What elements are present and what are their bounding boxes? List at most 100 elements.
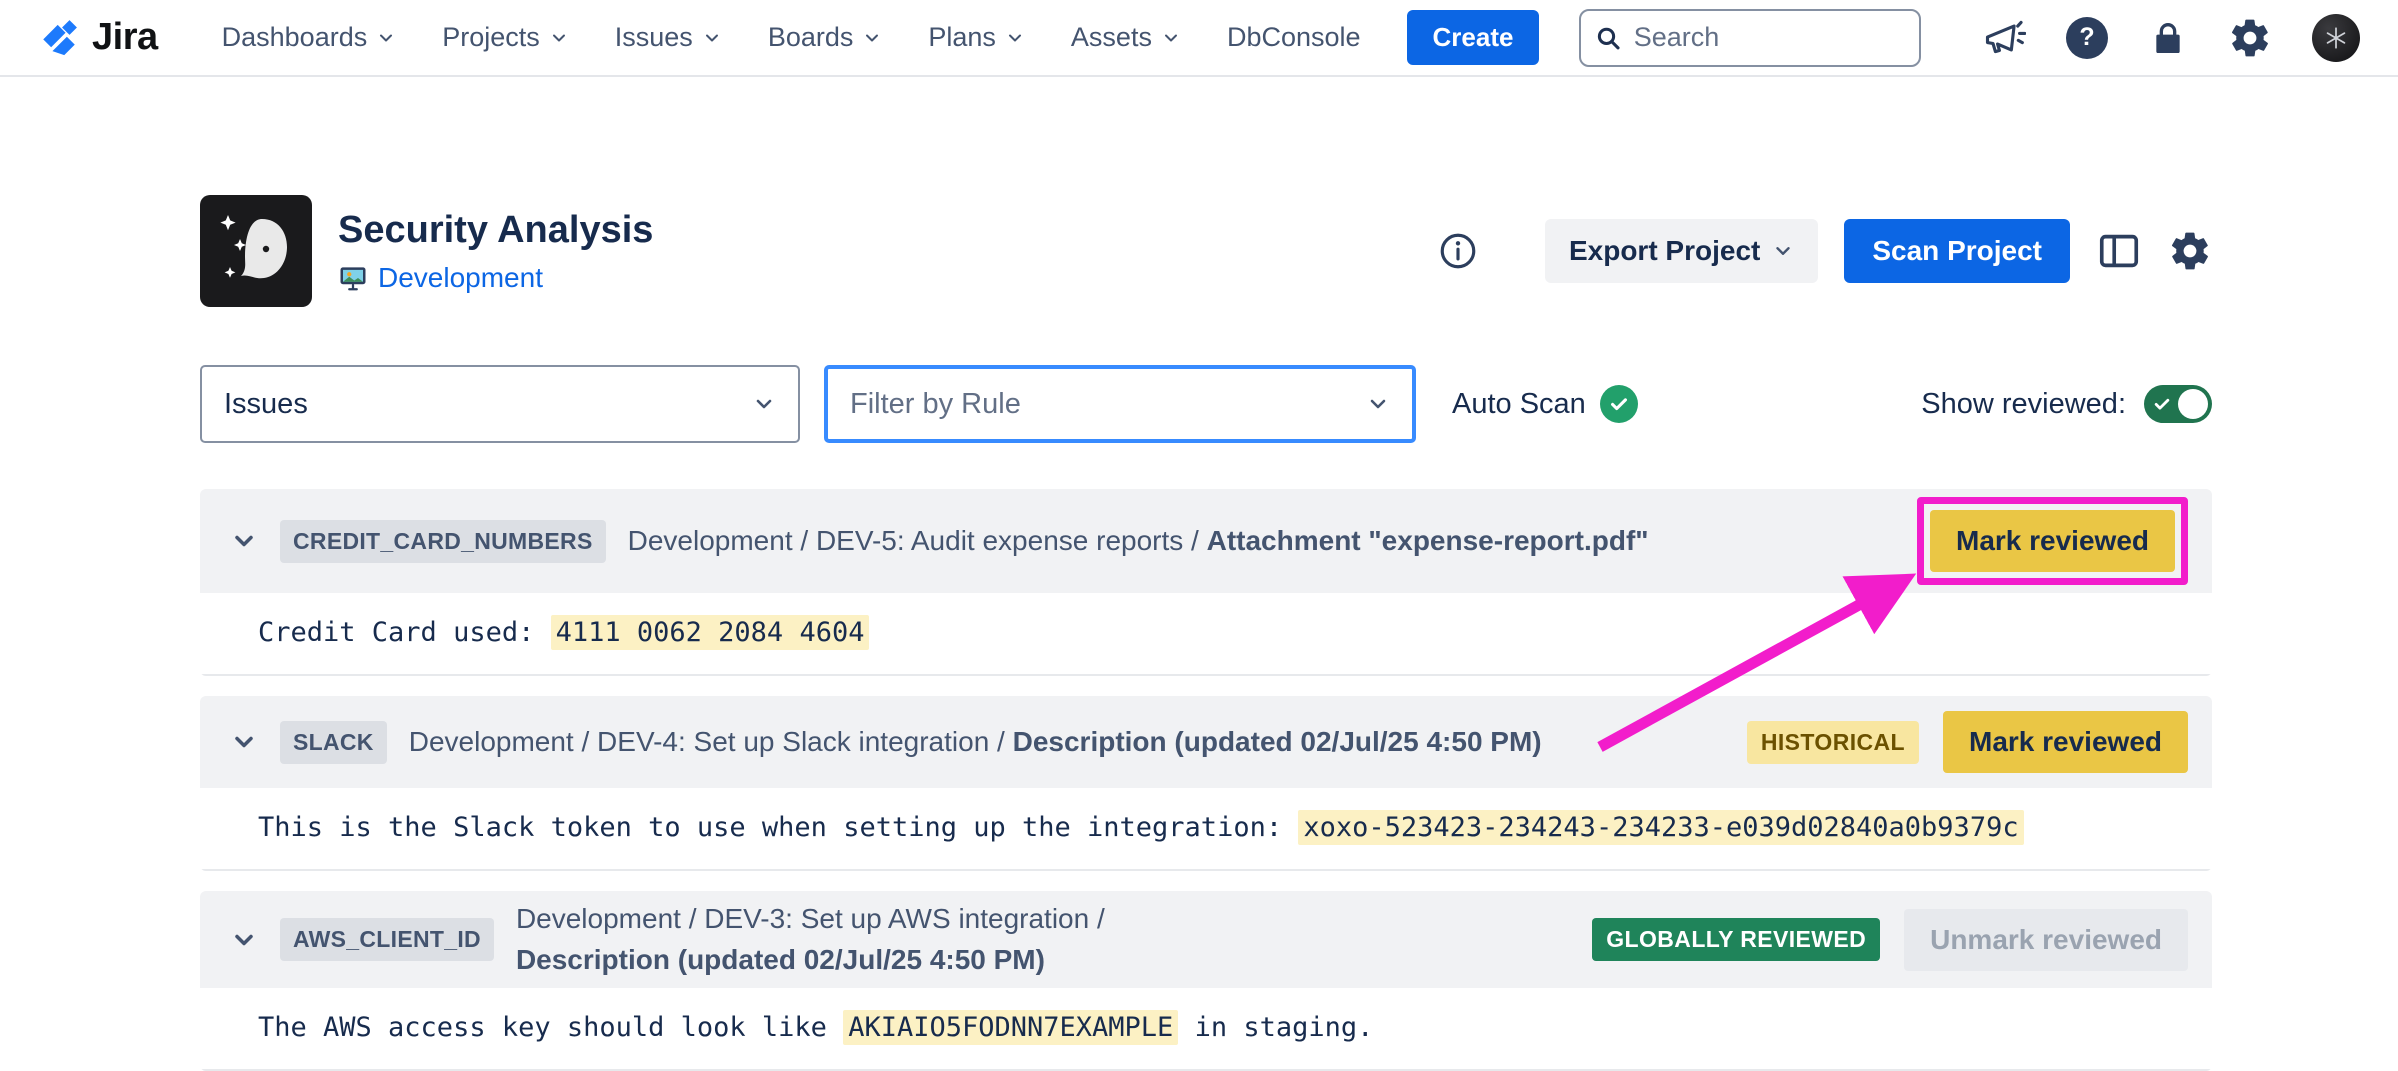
scan-project-button[interactable]: Scan Project	[1844, 219, 2070, 283]
toggle-check-icon	[2152, 394, 2172, 414]
rule-badge: SLACK	[280, 721, 387, 764]
collapse-chevron-icon[interactable]	[230, 728, 258, 756]
header-actions: Export Project Scan Project	[1437, 219, 2212, 283]
main-nav: Dashboards Projects Issues Boards Plans …	[222, 22, 1361, 53]
show-reviewed-toggle[interactable]	[2144, 385, 2212, 423]
issues-select[interactable]: Issues	[200, 365, 800, 443]
collapse-chevron-icon[interactable]	[230, 926, 258, 954]
finding-actions: GLOBALLY REVIEWED Unmark reviewed	[1592, 909, 2188, 971]
finding-text: in staging.	[1178, 1012, 1373, 1043]
nav-item-label: Boards	[768, 22, 854, 53]
board-layout-icon[interactable]	[2096, 228, 2142, 274]
nav-item-boards[interactable]: Boards	[768, 22, 883, 53]
toggle-knob	[2178, 389, 2208, 419]
main-content: Security Analysis Development	[0, 195, 2398, 1071]
finding-breadcrumb: Development / DEV-3: Set up AWS integrat…	[516, 899, 1256, 980]
chevron-down-icon	[752, 392, 776, 416]
finding-breadcrumb: Development / DEV-4: Set up Slack integr…	[409, 722, 1542, 763]
finding-content: This is the Slack token to use when sett…	[200, 788, 2212, 871]
chevron-down-icon	[1161, 28, 1181, 48]
chevron-down-icon	[1005, 28, 1025, 48]
mark-reviewed-button[interactable]: Mark reviewed	[1943, 711, 2188, 773]
announcement-megaphone-icon[interactable]	[1982, 16, 2026, 60]
info-icon[interactable]	[1437, 230, 1479, 272]
title-block: Security Analysis Development	[338, 209, 653, 294]
chevron-down-icon	[702, 28, 722, 48]
auto-scan-label: Auto Scan	[1452, 388, 1586, 421]
user-avatar[interactable]	[2312, 14, 2360, 62]
nav-item-label: Plans	[928, 22, 996, 53]
nav-item-issues[interactable]: Issues	[615, 22, 722, 53]
finding-content: The AWS access key should look like AKIA…	[200, 988, 2212, 1071]
breadcrumb-location: Attachment "expense-report.pdf"	[1207, 525, 1649, 556]
chevron-down-icon	[1772, 240, 1794, 262]
search-input[interactable]	[1634, 22, 1906, 53]
secret-highlight: 4111 0062 2084 4604	[551, 615, 870, 650]
export-project-button[interactable]: Export Project	[1545, 219, 1818, 283]
show-reviewed-control: Show reviewed:	[1921, 385, 2212, 423]
breadcrumb-path: Development / DEV-5: Audit expense repor…	[628, 525, 1207, 556]
project-header: Security Analysis Development	[200, 195, 2212, 307]
breadcrumb-location: Description (updated 02/Jul/25 4:50 PM)	[516, 944, 1045, 975]
chevron-down-icon	[1366, 392, 1390, 416]
nav-item-label: Assets	[1071, 22, 1152, 53]
page-title: Security Analysis	[338, 209, 653, 252]
jira-logo-icon	[38, 17, 80, 59]
export-project-label: Export Project	[1569, 235, 1760, 267]
finding-text: The AWS access key should look like	[258, 1012, 843, 1043]
avatar-snowflake-mark	[2323, 25, 2349, 51]
finding-text: This is the Slack token to use when sett…	[258, 812, 1298, 843]
nav-item-plans[interactable]: Plans	[928, 22, 1025, 53]
lock-icon[interactable]	[2148, 18, 2188, 58]
finding-card-aws: AWS_CLIENT_ID Development / DEV-3: Set u…	[200, 891, 2212, 1071]
issues-select-value: Issues	[224, 388, 308, 421]
finding-card-slack: SLACK Development / DEV-4: Set up Slack …	[200, 696, 2212, 871]
settings-gear-icon[interactable]	[2228, 16, 2272, 60]
chevron-down-icon	[862, 28, 882, 48]
filter-row: Issues Filter by Rule Auto Scan Show rev…	[200, 365, 2212, 443]
jira-logo[interactable]: Jira	[38, 16, 158, 59]
jira-logo-text: Jira	[92, 16, 158, 59]
page-settings-gear-icon[interactable]	[2168, 229, 2212, 273]
rule-select-placeholder: Filter by Rule	[850, 388, 1021, 421]
finding-text: Credit Card used:	[258, 617, 551, 648]
finding-content: Credit Card used: 4111 0062 2084 4604	[200, 593, 2212, 676]
finding-card-credit-card: CREDIT_CARD_NUMBERS Development / DEV-5:…	[200, 489, 2212, 676]
chevron-down-icon	[549, 28, 569, 48]
nav-item-label: Projects	[442, 22, 540, 53]
breadcrumb-path: Development / DEV-4: Set up Slack integr…	[409, 726, 1013, 757]
annotation-highlight-box: Mark reviewed	[1917, 497, 2188, 585]
auto-scan-status: Auto Scan	[1452, 385, 1638, 423]
project-link-row: Development	[338, 262, 653, 294]
nav-item-assets[interactable]: Assets	[1071, 22, 1181, 53]
secret-highlight: xoxo-523423-234243-234233-e039d02840a0b9…	[1298, 810, 2023, 845]
nav-item-dashboards[interactable]: Dashboards	[222, 22, 397, 53]
breadcrumb-path: Development / DEV-3: Set up AWS integrat…	[516, 903, 1105, 934]
auto-scan-check-icon	[1600, 385, 1638, 423]
create-button[interactable]: Create	[1407, 10, 1540, 65]
nav-item-label: Issues	[615, 22, 693, 53]
findings-list: CREDIT_CARD_NUMBERS Development / DEV-5:…	[200, 489, 2212, 1071]
collapse-chevron-icon[interactable]	[230, 527, 258, 555]
globally-reviewed-badge: GLOBALLY REVIEWED	[1592, 918, 1880, 961]
project-link[interactable]: Development	[378, 262, 543, 294]
historical-badge: HISTORICAL	[1747, 721, 1919, 764]
unmark-reviewed-button[interactable]: Unmark reviewed	[1904, 909, 2188, 971]
help-icon[interactable]: ?	[2066, 17, 2108, 59]
show-reviewed-label: Show reviewed:	[1921, 388, 2126, 421]
nav-item-label: DbConsole	[1227, 22, 1361, 53]
finding-actions: Mark reviewed	[1917, 497, 2188, 585]
filter-by-rule-select[interactable]: Filter by Rule	[824, 365, 1416, 443]
rule-badge: CREDIT_CARD_NUMBERS	[280, 520, 606, 563]
nav-item-projects[interactable]: Projects	[442, 22, 569, 53]
finding-actions: HISTORICAL Mark reviewed	[1747, 711, 2188, 773]
finding-breadcrumb: Development / DEV-5: Audit expense repor…	[628, 521, 1649, 562]
top-nav-bar: Jira Dashboards Projects Issues Boards P…	[0, 0, 2398, 77]
project-avatar	[200, 195, 312, 307]
search-icon	[1595, 23, 1621, 53]
mark-reviewed-button[interactable]: Mark reviewed	[1930, 510, 2175, 572]
search-box[interactable]	[1579, 9, 1921, 67]
finding-header: SLACK Development / DEV-4: Set up Slack …	[200, 696, 2212, 788]
nav-item-dbconsole[interactable]: DbConsole	[1227, 22, 1361, 53]
monitor-icon	[338, 263, 368, 293]
